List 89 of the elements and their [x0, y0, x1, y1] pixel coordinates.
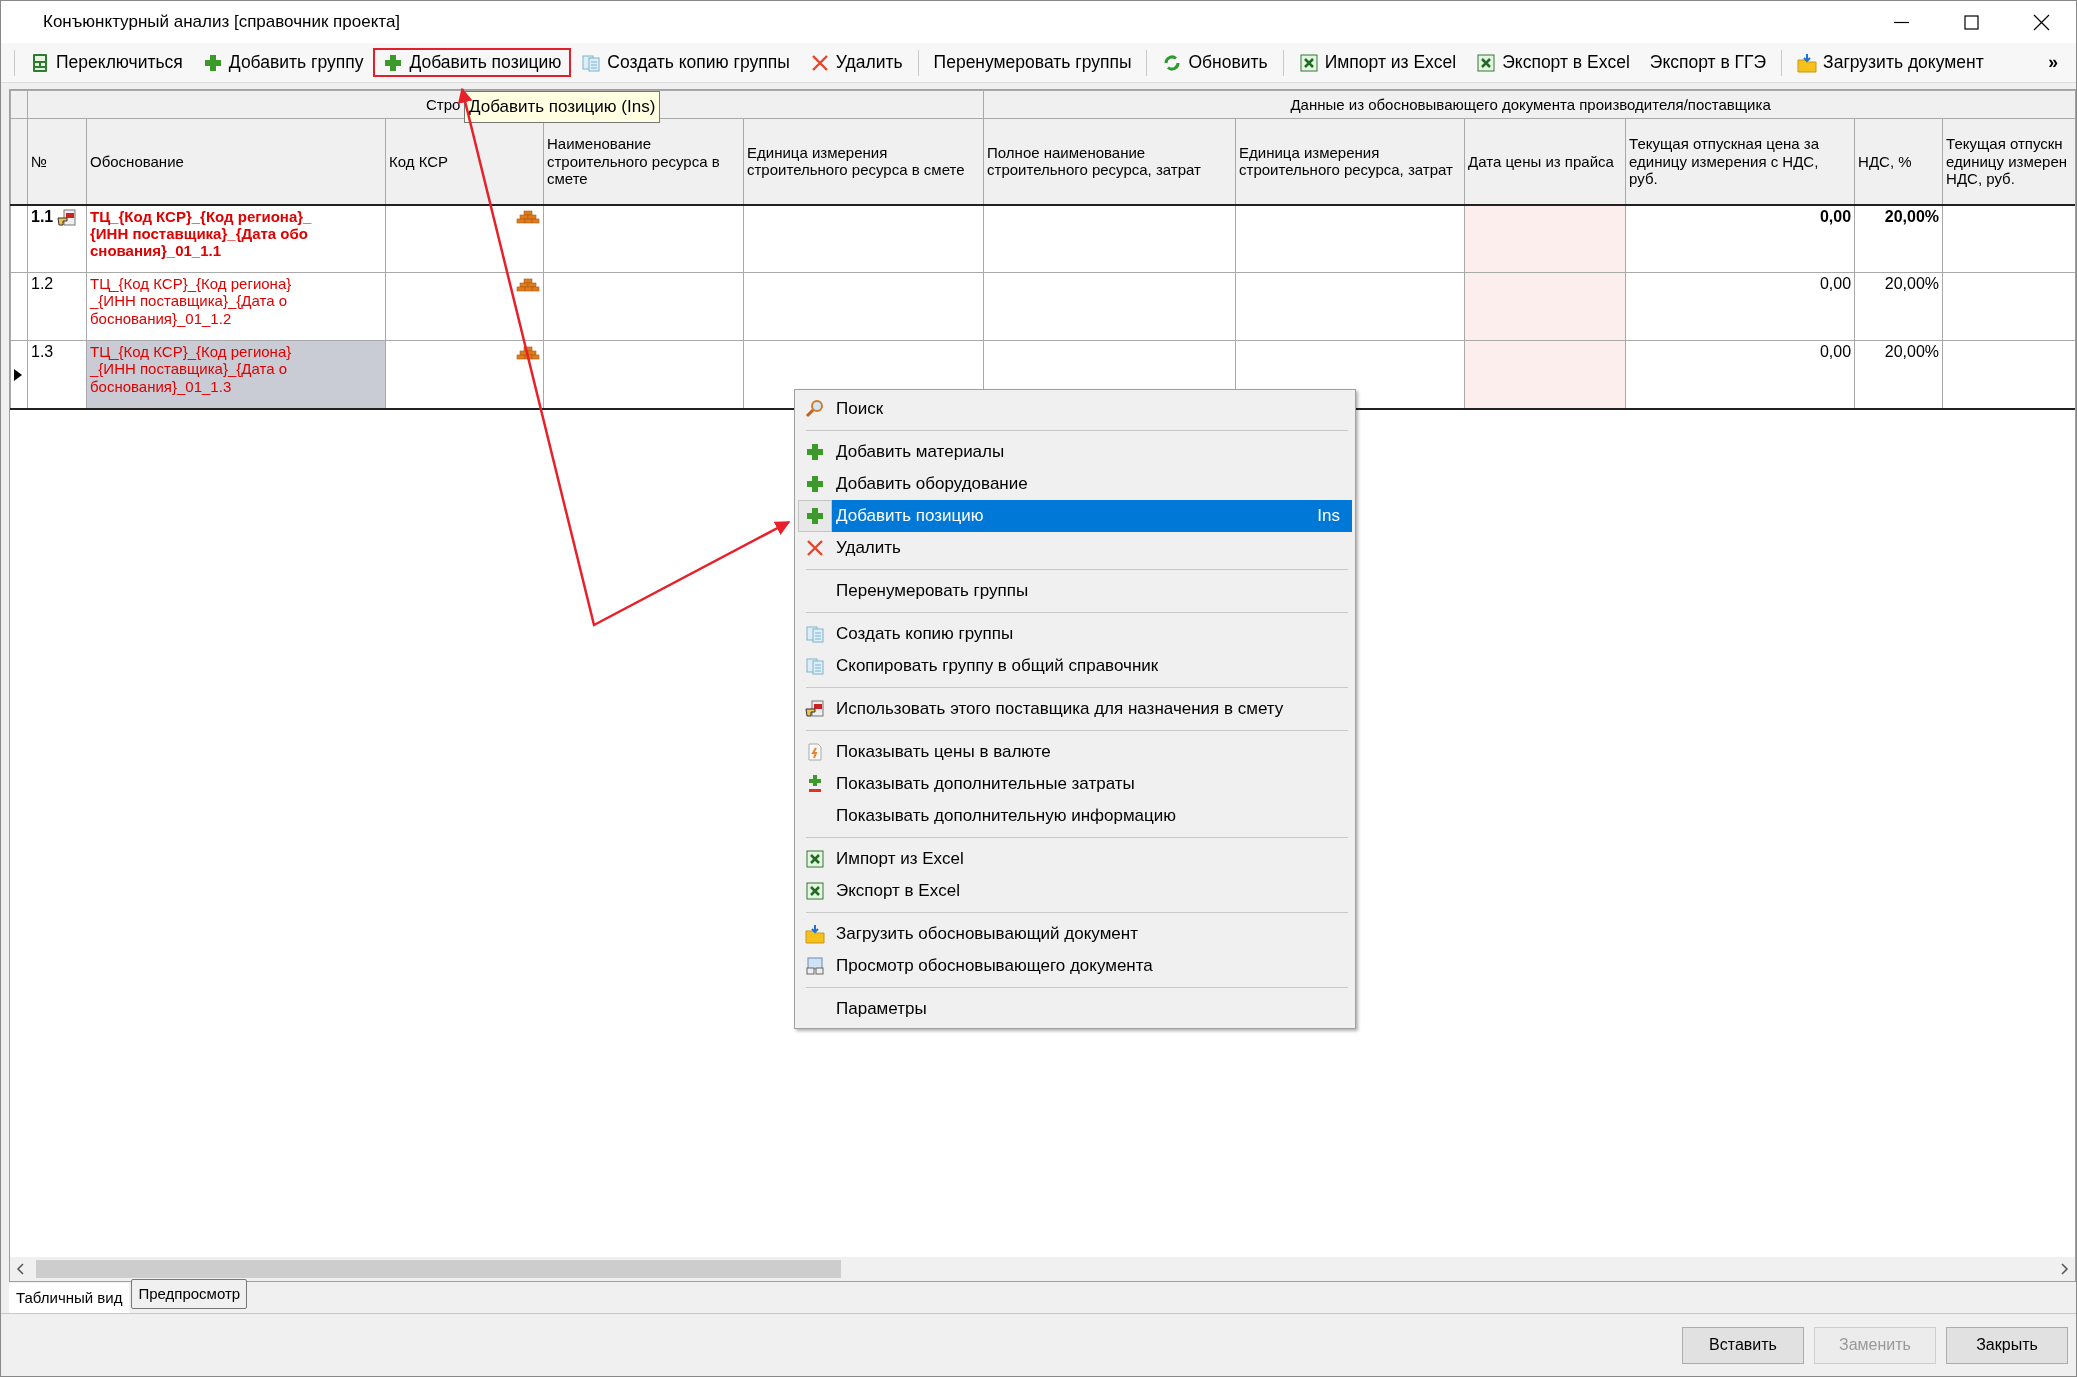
window-title: Конъюнктурный анализ [справочник проекта] [43, 11, 401, 34]
column-header: Полное наименование строительного ресурса, затрат [987, 144, 1201, 179]
document-view-icon [805, 956, 825, 976]
dialog-button[interactable]: Закрыть [1946, 1326, 2068, 1364]
close-icon [2032, 13, 2050, 31]
menu-item[interactable]: Добавить материалы [798, 436, 1352, 468]
delete-icon [809, 52, 830, 73]
column-group-header: Стро [426, 95, 461, 113]
row-number: 1.2 [31, 275, 54, 294]
column-header: НДС, % [1858, 152, 1912, 170]
spreadsheet-icon [1298, 52, 1319, 73]
copy-icon [805, 656, 825, 676]
plus-icon [805, 474, 825, 494]
plus-icon [805, 442, 825, 462]
brick-stack-icon [516, 277, 540, 292]
toolbar-button[interactable]: Импорт из Excel [1288, 48, 1467, 77]
menu-item[interactable]: Просмотр обосновывающего документа [798, 950, 1352, 982]
basis-cell: ТЦ_{Код КСР}_{Код региона}_{ИНН поставщика}_{Дата обоснования}_01_1.3 [86, 340, 386, 409]
menu-item[interactable]: Использовать этого поставщика для назначения в смету [798, 693, 1352, 725]
toolbar-button[interactable]: Экспорт в ГГЭ [1639, 48, 1777, 77]
plus-icon [805, 506, 825, 526]
vat-cell: 20,00% [1884, 343, 1940, 360]
spreadsheet-icon [1476, 52, 1497, 73]
document-lightning-icon [805, 742, 825, 762]
folder-icon [805, 924, 825, 944]
menu-item[interactable]: Поиск [798, 393, 1352, 425]
toolbar-button[interactable]: Экспорт в Excel [1466, 48, 1640, 77]
plus-icon [383, 52, 404, 73]
hand-card-icon [805, 699, 825, 719]
vat-cell: 20,00% [1884, 207, 1940, 225]
menu-item[interactable]: Перенумеровать группы [798, 575, 1352, 607]
brick-stack-icon [516, 345, 540, 360]
toolbar-button[interactable]: Добавить группу [192, 48, 374, 77]
spreadsheet-icon [805, 881, 825, 901]
menu-item[interactable]: Показывать дополнительную информацию [798, 800, 1352, 832]
search-icon [805, 399, 825, 419]
delete-icon [805, 538, 825, 558]
toolbar-overflow-button[interactable]: » [2038, 48, 2068, 77]
price-cell: 0,00 [1819, 343, 1852, 360]
row-number: 1.3 [31, 343, 54, 362]
copy-icon [805, 624, 825, 644]
toolbar-button[interactable]: Переключиться [20, 48, 193, 77]
column-header: Код КСР [389, 152, 449, 170]
toolbar-button[interactable]: Добавить позицию [373, 48, 572, 77]
column-group-header: Данные из обосновывающего документа производителя/поставщика [1290, 95, 1771, 113]
column-header: Текущая отпускная цена за единицу измерения с НДС, руб. [1629, 135, 1820, 187]
price-cell: 0,00 [1819, 275, 1852, 292]
price-cell: 0,00 [1819, 207, 1852, 225]
minimize-icon [1892, 20, 1910, 24]
column-header: Единица измерения строительного ресурса, затрат [1239, 144, 1453, 179]
column-header: Наименование строительного ресурса в смете [547, 135, 720, 187]
menu-item[interactable]: Загрузить обосновывающий документ [798, 918, 1352, 950]
hand-card-icon [57, 207, 78, 228]
spreadsheet-icon [805, 849, 825, 869]
menu-item[interactable]: Удалить [798, 532, 1352, 564]
menu-item[interactable]: Импорт из Excel [798, 843, 1352, 875]
column-header: Текущая отпускн единицу измерен НДС, руб. [1946, 135, 2067, 187]
folder-icon [1797, 52, 1818, 73]
copy-icon [581, 52, 602, 73]
dialog-button[interactable]: Вставить [1682, 1326, 1804, 1364]
view-tab[interactable]: Предпросмотр [131, 1278, 248, 1309]
menu-item[interactable]: Экспорт в Excel [798, 875, 1352, 907]
menu-item[interactable]: Скопировать группу в общий справочник [798, 650, 1352, 682]
menu-item[interactable]: Параметры [798, 993, 1352, 1025]
menu-item[interactable]: Добавить позицию Ins [798, 500, 1352, 532]
scrollbar-thumb[interactable] [36, 1260, 841, 1278]
toolbar-button[interactable]: Обновить [1152, 48, 1278, 77]
view-tab[interactable]: Табличный вид [9, 1282, 130, 1313]
maximize-icon [1962, 13, 1980, 31]
brick-stack-icon [516, 210, 540, 225]
toolbar-button[interactable]: Перенумеровать группы [923, 48, 1142, 77]
row-number: 1.1 [31, 207, 54, 226]
plus-icon [202, 52, 223, 73]
basis-cell: ТЦ_{Код КСР}_{Код региона}_{ИНН поставщика}_{Дата обоснования}_01_1.2 [86, 272, 386, 341]
column-header: Обоснование [90, 152, 184, 170]
column-header: № [31, 152, 48, 170]
toolbar-button[interactable]: Удалить [799, 48, 913, 77]
column-header: Единица измерения строительного ресурса в смете [747, 144, 965, 179]
toolbar-button[interactable]: Создать копию группы [571, 48, 800, 77]
menu-item[interactable]: Показывать дополнительные затраты [798, 768, 1352, 800]
menu-item[interactable]: Показывать цены в валюте [798, 736, 1352, 768]
menu-item[interactable]: Добавить оборудование [798, 468, 1352, 500]
basis-cell: ТЦ_{Код КСР}_{Код региона}_{ИНН поставщика}_{Дата обоснования}_01_1.1 [86, 204, 386, 273]
column-header: Дата цены из прайса [1468, 152, 1614, 170]
menu-item[interactable]: Создать копию группы [798, 618, 1352, 650]
tooltip: Добавить позицию (Ins) [464, 91, 661, 123]
toolbar-button[interactable]: Загрузить документ [1787, 48, 1994, 77]
vat-cell: 20,00% [1884, 275, 1940, 292]
calculator-icon [30, 52, 50, 73]
